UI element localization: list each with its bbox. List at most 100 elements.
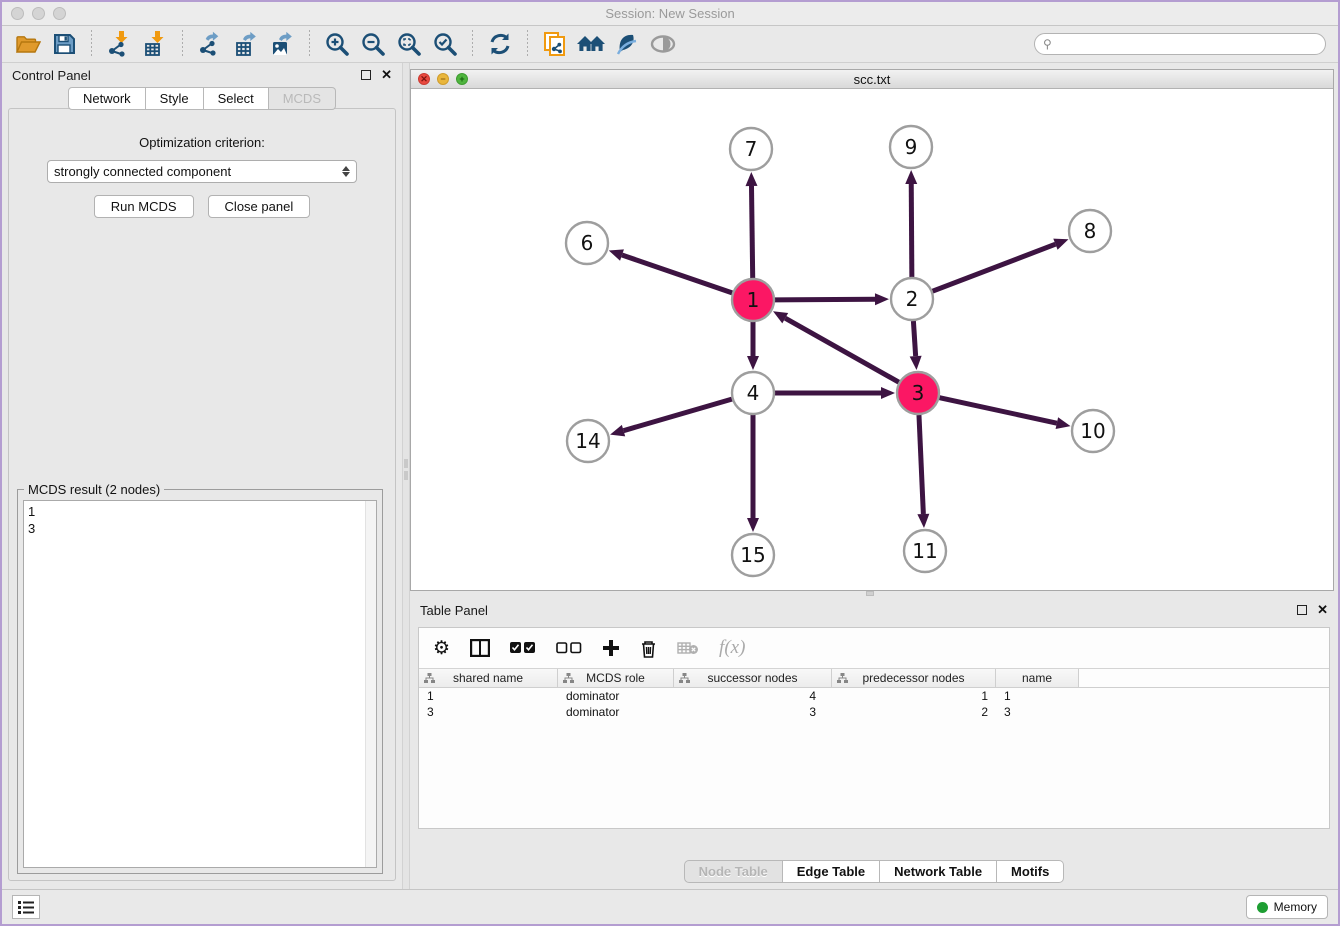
- float-table-panel-icon[interactable]: [1297, 605, 1307, 615]
- duplicate-network-icon[interactable]: [537, 29, 573, 59]
- column-header-successor-nodes[interactable]: successor nodes: [674, 669, 832, 687]
- graph-edge-2-3[interactable]: [913, 321, 915, 356]
- close-table-panel-icon[interactable]: ✕: [1317, 602, 1328, 618]
- save-session-icon[interactable]: [46, 29, 82, 59]
- app-titlebar: Session: New Session: [2, 2, 1338, 26]
- deselect-all-icon[interactable]: [556, 642, 582, 654]
- open-session-icon[interactable]: [10, 29, 46, 59]
- graph-edge-3-1[interactable]: [785, 318, 899, 382]
- optimization-criterion-label: Optimization criterion:: [9, 135, 395, 150]
- tab-mcds[interactable]: MCDS: [269, 87, 336, 110]
- tab-network[interactable]: Network: [68, 87, 146, 110]
- list-icon: [18, 901, 34, 914]
- graph-edge-4-14[interactable]: [624, 399, 732, 431]
- minimize-window-button[interactable]: [32, 7, 45, 20]
- main-toolbar: ⚲: [2, 26, 1338, 63]
- table-panel-tabs: Node Table Edge Table Network Table Moti…: [410, 860, 1338, 883]
- gear-icon[interactable]: ⚙: [433, 637, 450, 660]
- tab-edge-table[interactable]: Edge Table: [783, 860, 880, 883]
- import-network-icon[interactable]: [101, 29, 137, 59]
- cell-name[interactable]: 3: [996, 704, 1079, 720]
- network-window: ✕ − + scc.txt 7968124314101511: [410, 69, 1334, 591]
- split-view-icon[interactable]: [470, 639, 490, 657]
- float-panel-icon[interactable]: [361, 70, 371, 80]
- search-input[interactable]: [1056, 37, 1317, 51]
- mcds-result-lines: 1 3: [28, 503, 372, 537]
- task-history-button[interactable]: [12, 895, 40, 919]
- cell-shared-name[interactable]: 3: [419, 704, 558, 720]
- graph-node-label-8: 8: [1084, 219, 1097, 243]
- tab-select[interactable]: Select: [204, 87, 269, 110]
- cell-name[interactable]: 1: [996, 688, 1079, 704]
- window-controls: [11, 7, 66, 20]
- close-panel-button[interactable]: Close panel: [208, 195, 311, 218]
- export-image-icon[interactable]: [264, 29, 300, 59]
- network-window-titlebar[interactable]: ✕ − + scc.txt: [411, 70, 1333, 89]
- tab-node-table[interactable]: Node Table: [684, 860, 783, 883]
- memory-status-icon: [1257, 902, 1268, 913]
- maximize-window-button[interactable]: [53, 7, 66, 20]
- tab-style[interactable]: Style: [146, 87, 204, 110]
- table-header-row: shared name MCDS role successor nodes: [419, 668, 1329, 688]
- close-panel-icon[interactable]: ✕: [381, 67, 392, 83]
- graph-node-label-15: 15: [740, 543, 765, 567]
- column-header-shared-name[interactable]: shared name: [419, 669, 558, 687]
- attribute-icon: [837, 673, 848, 684]
- column-header-mcds-role[interactable]: MCDS role: [558, 669, 674, 687]
- toolbar-separator: [309, 30, 310, 58]
- cell-successor-nodes[interactable]: 4: [674, 688, 832, 704]
- export-table-icon[interactable]: [228, 29, 264, 59]
- eye-icon[interactable]: [645, 29, 681, 59]
- splitter-grip: [404, 459, 408, 468]
- graph-node-label-6: 6: [581, 231, 594, 255]
- export-network-icon[interactable]: [192, 29, 228, 59]
- splitter-grip: [404, 471, 408, 480]
- status-bar: Memory: [2, 889, 1338, 924]
- memory-button[interactable]: Memory: [1246, 895, 1328, 919]
- panel-splitter[interactable]: [402, 63, 410, 889]
- table-row[interactable]: 1 dominator 4 1 1: [419, 688, 1329, 704]
- search-field[interactable]: ⚲: [1034, 33, 1326, 55]
- graph-edge-3-10[interactable]: [939, 398, 1056, 423]
- add-column-icon[interactable]: [602, 639, 620, 657]
- horizontal-splitter-grip[interactable]: [866, 591, 874, 596]
- graph-edge-1-7[interactable]: [751, 186, 752, 278]
- import-table-icon[interactable]: [137, 29, 173, 59]
- delete-column-icon[interactable]: [640, 639, 657, 658]
- application-window: Session: New Session: [0, 0, 1340, 926]
- cell-predecessor-nodes[interactable]: 2: [832, 704, 996, 720]
- cell-successor-nodes[interactable]: 3: [674, 704, 832, 720]
- cell-mcds-role[interactable]: dominator: [558, 704, 674, 720]
- zoom-selected-icon[interactable]: [427, 29, 463, 59]
- zoom-fit-icon[interactable]: [391, 29, 427, 59]
- result-scrollbar[interactable]: [365, 501, 376, 867]
- graph-edge-1-6[interactable]: [622, 255, 732, 293]
- select-all-icon[interactable]: [510, 642, 536, 654]
- control-panel-title: Control Panel: [12, 68, 361, 83]
- graph-node-label-3: 3: [912, 381, 925, 405]
- tab-motifs[interactable]: Motifs: [997, 860, 1064, 883]
- visual-style-icon[interactable]: [609, 29, 645, 59]
- cell-shared-name[interactable]: 1: [419, 688, 558, 704]
- cell-mcds-role[interactable]: dominator: [558, 688, 674, 704]
- table-row[interactable]: 3 dominator 3 2 3: [419, 704, 1329, 720]
- homes-icon[interactable]: [573, 29, 609, 59]
- zoom-out-icon[interactable]: [355, 29, 391, 59]
- column-header-name[interactable]: name: [996, 669, 1079, 687]
- mcds-result-groupbox: MCDS result (2 nodes) 1 3: [17, 489, 383, 874]
- zoom-in-icon[interactable]: [319, 29, 355, 59]
- column-header-predecessor-nodes[interactable]: predecessor nodes: [832, 669, 996, 687]
- network-canvas[interactable]: 7968124314101511: [411, 89, 1333, 590]
- graph-edge-1-2[interactable]: [775, 299, 875, 300]
- graph-edge-2-8[interactable]: [933, 244, 1056, 291]
- mcds-result-text[interactable]: 1 3: [23, 500, 377, 868]
- close-window-button[interactable]: [11, 7, 24, 20]
- cell-predecessor-nodes[interactable]: 1: [832, 688, 996, 704]
- search-icon: ⚲: [1043, 37, 1052, 51]
- run-mcds-button[interactable]: Run MCDS: [94, 195, 194, 218]
- graph-edge-2-9[interactable]: [911, 184, 912, 277]
- optimization-criterion-select[interactable]: strongly connected component: [47, 160, 357, 183]
- graph-edge-3-11[interactable]: [919, 415, 923, 514]
- refresh-icon[interactable]: [482, 29, 518, 59]
- tab-network-table[interactable]: Network Table: [880, 860, 997, 883]
